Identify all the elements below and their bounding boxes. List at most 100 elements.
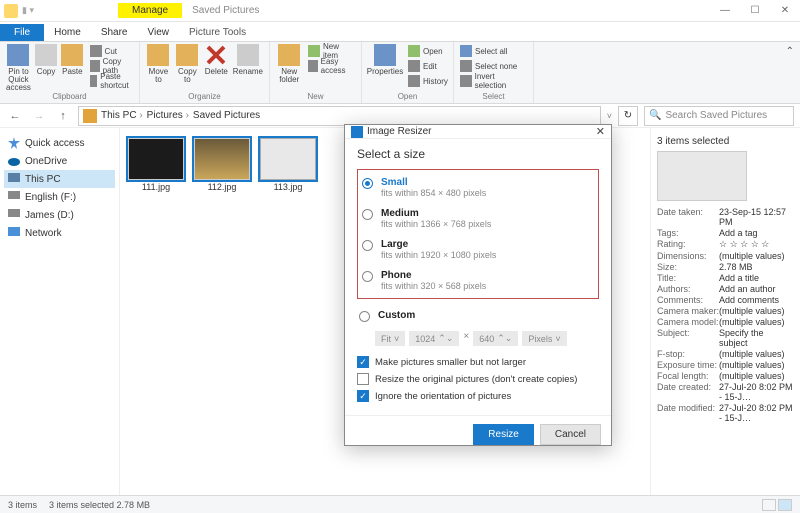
search-input[interactable]: 🔍 Search Saved Pictures — [644, 106, 794, 126]
custom-height-input[interactable]: 640 ⌃⌄ — [473, 331, 518, 346]
paste-button[interactable]: Paste — [61, 44, 83, 92]
custom-unit-select[interactable]: Pixels ˅ — [522, 331, 566, 346]
delete-button[interactable]: Delete — [204, 44, 229, 84]
detail-value[interactable]: Add a tag — [719, 228, 794, 238]
collapse-ribbon-icon[interactable]: ⌃ — [786, 46, 794, 57]
pin-quick-access-button[interactable]: Pin to Quick access — [6, 44, 31, 92]
custom-width-input[interactable]: 1024 ⌃⌄ — [409, 331, 459, 346]
tab-home[interactable]: Home — [44, 24, 91, 41]
size-option[interactable]: Mediumfits within 1366 × 768 pixels — [360, 203, 596, 234]
history-button[interactable]: History — [408, 74, 448, 88]
custom-mode-select[interactable]: Fit ˅ — [375, 331, 405, 346]
maximize-button[interactable]: ☐ — [740, 0, 770, 22]
copy-to-button[interactable]: Copy to — [175, 44, 200, 84]
select-all-button[interactable]: Select all — [460, 44, 527, 58]
size-option-custom[interactable]: Custom — [357, 305, 599, 327]
size-option[interactable]: Phonefits within 320 × 568 pixels — [360, 265, 596, 296]
checkbox-label: Resize the original pictures (don't crea… — [375, 374, 577, 385]
detail-value[interactable]: Add comments — [719, 295, 794, 305]
view-details-button[interactable] — [762, 499, 776, 511]
close-button[interactable]: ✕ — [770, 0, 800, 22]
cut-button[interactable]: Cut — [90, 44, 133, 58]
radio-sublabel: fits within 320 × 568 pixels — [381, 281, 486, 291]
file-name: 111.jpg — [142, 182, 170, 192]
detail-key: Date modified: — [657, 403, 719, 423]
checkbox-row[interactable]: Resize the original pictures (don't crea… — [357, 373, 599, 385]
detail-value[interactable]: (multiple values) — [719, 360, 794, 370]
select-none-button[interactable]: Select none — [460, 59, 527, 73]
sidebar-item-james-drive[interactable]: James (D:) — [4, 206, 115, 224]
detail-value[interactable]: 27-Jul-20 8:02 PM - 15-J… — [719, 403, 794, 423]
tab-share[interactable]: Share — [91, 24, 138, 41]
detail-key: Focal length: — [657, 371, 719, 381]
context-tab-manage[interactable]: Manage — [118, 3, 182, 18]
up-button[interactable]: ↑ — [54, 107, 72, 125]
tab-picture-tools[interactable]: Picture Tools — [179, 24, 256, 41]
copy-path-button[interactable]: Copy path — [90, 59, 133, 73]
cancel-button[interactable]: Cancel — [540, 424, 601, 445]
detail-value[interactable]: (multiple values) — [719, 251, 794, 261]
new-item-button[interactable]: New item — [308, 44, 355, 58]
edit-button[interactable]: Edit — [408, 59, 448, 73]
breadcrumb-dropdown-icon[interactable]: ˅ — [607, 111, 612, 121]
rename-button[interactable]: Rename — [233, 44, 263, 84]
file-name: 113.jpg — [274, 182, 303, 192]
minimize-button[interactable]: — — [710, 0, 740, 22]
pc-icon — [83, 109, 97, 123]
sidebar-item-onedrive[interactable]: OneDrive — [4, 152, 115, 170]
crumb-thispc[interactable]: This PC — [101, 110, 143, 121]
file-thumb[interactable]: 112.jpg — [194, 138, 250, 192]
forward-button[interactable]: → — [30, 107, 48, 125]
detail-value[interactable]: ☆ ☆ ☆ ☆ ☆ — [719, 239, 794, 250]
detail-value[interactable]: Specify the subject — [719, 328, 794, 348]
invert-selection-button[interactable]: Invert selection — [460, 74, 527, 88]
radio-label: Medium — [381, 208, 419, 219]
sidebar-item-thispc[interactable]: This PC — [4, 170, 115, 188]
crumb-pictures[interactable]: Pictures — [147, 110, 189, 121]
move-to-button[interactable]: Move to — [146, 44, 171, 84]
file-thumb[interactable]: 113.jpg — [260, 138, 316, 192]
copy-button[interactable]: Copy — [35, 44, 57, 92]
checkbox-row[interactable]: ✓Make pictures smaller but not larger — [357, 356, 599, 368]
detail-value[interactable]: Add a title — [719, 273, 794, 283]
crumb-saved-pictures[interactable]: Saved Pictures — [193, 110, 260, 121]
refresh-button[interactable]: ↻ — [618, 106, 638, 126]
radio-label: Custom — [378, 310, 415, 321]
tab-file[interactable]: File — [0, 24, 44, 41]
detail-value[interactable]: Add an author — [719, 284, 794, 294]
tab-view[interactable]: View — [138, 24, 180, 41]
group-organize: Move to Copy to Delete Rename Organize — [140, 42, 270, 103]
detail-value[interactable]: 27-Jul-20 8:02 PM - 15-J… — [719, 382, 794, 402]
detail-value[interactable]: 23-Sep-15 12:57 PM — [719, 207, 794, 227]
new-folder-button[interactable]: New folder — [276, 44, 302, 84]
resize-button[interactable]: Resize — [473, 424, 534, 445]
view-thumbnails-button[interactable] — [778, 499, 792, 511]
detail-value[interactable]: (multiple values) — [719, 371, 794, 381]
explorer-icon — [4, 4, 18, 18]
thumbnail-image — [128, 138, 184, 180]
dialog-close-button[interactable]: ✕ — [596, 125, 605, 138]
dialog-footer: Resize Cancel — [345, 415, 611, 453]
detail-value[interactable]: (multiple values) — [719, 349, 794, 359]
file-thumb[interactable]: 111.jpg — [128, 138, 184, 192]
qat-sep: ▮ ▾ — [22, 5, 34, 16]
detail-value[interactable]: (multiple values) — [719, 317, 794, 327]
checkbox-label: Make pictures smaller but not larger — [375, 357, 526, 368]
breadcrumb[interactable]: This PC Pictures Saved Pictures — [78, 106, 601, 126]
sidebar-item-network[interactable]: Network — [4, 224, 115, 242]
detail-value[interactable]: 2.78 MB — [719, 262, 794, 272]
dialog-header[interactable]: Image Resizer ✕ — [345, 125, 611, 139]
paste-shortcut-button[interactable]: Paste shortcut — [90, 74, 133, 88]
size-options-group: Smallfits within 854 × 480 pixelsMediumf… — [357, 169, 599, 299]
detail-value[interactable]: (multiple values) — [719, 306, 794, 316]
easy-access-button[interactable]: Easy access — [308, 59, 355, 73]
checkbox-row[interactable]: ✓Ignore the orientation of pictures — [357, 390, 599, 402]
properties-button[interactable]: Properties — [368, 44, 402, 88]
back-button[interactable]: ← — [6, 107, 24, 125]
size-option[interactable]: Smallfits within 854 × 480 pixels — [360, 172, 596, 203]
sidebar-item-quick-access[interactable]: Quick access — [4, 134, 115, 152]
group-label-select: Select — [460, 92, 527, 103]
open-button[interactable]: Open — [408, 44, 448, 58]
size-option[interactable]: Largefits within 1920 × 1080 pixels — [360, 234, 596, 265]
sidebar-item-english-drive[interactable]: English (F:) — [4, 188, 115, 206]
